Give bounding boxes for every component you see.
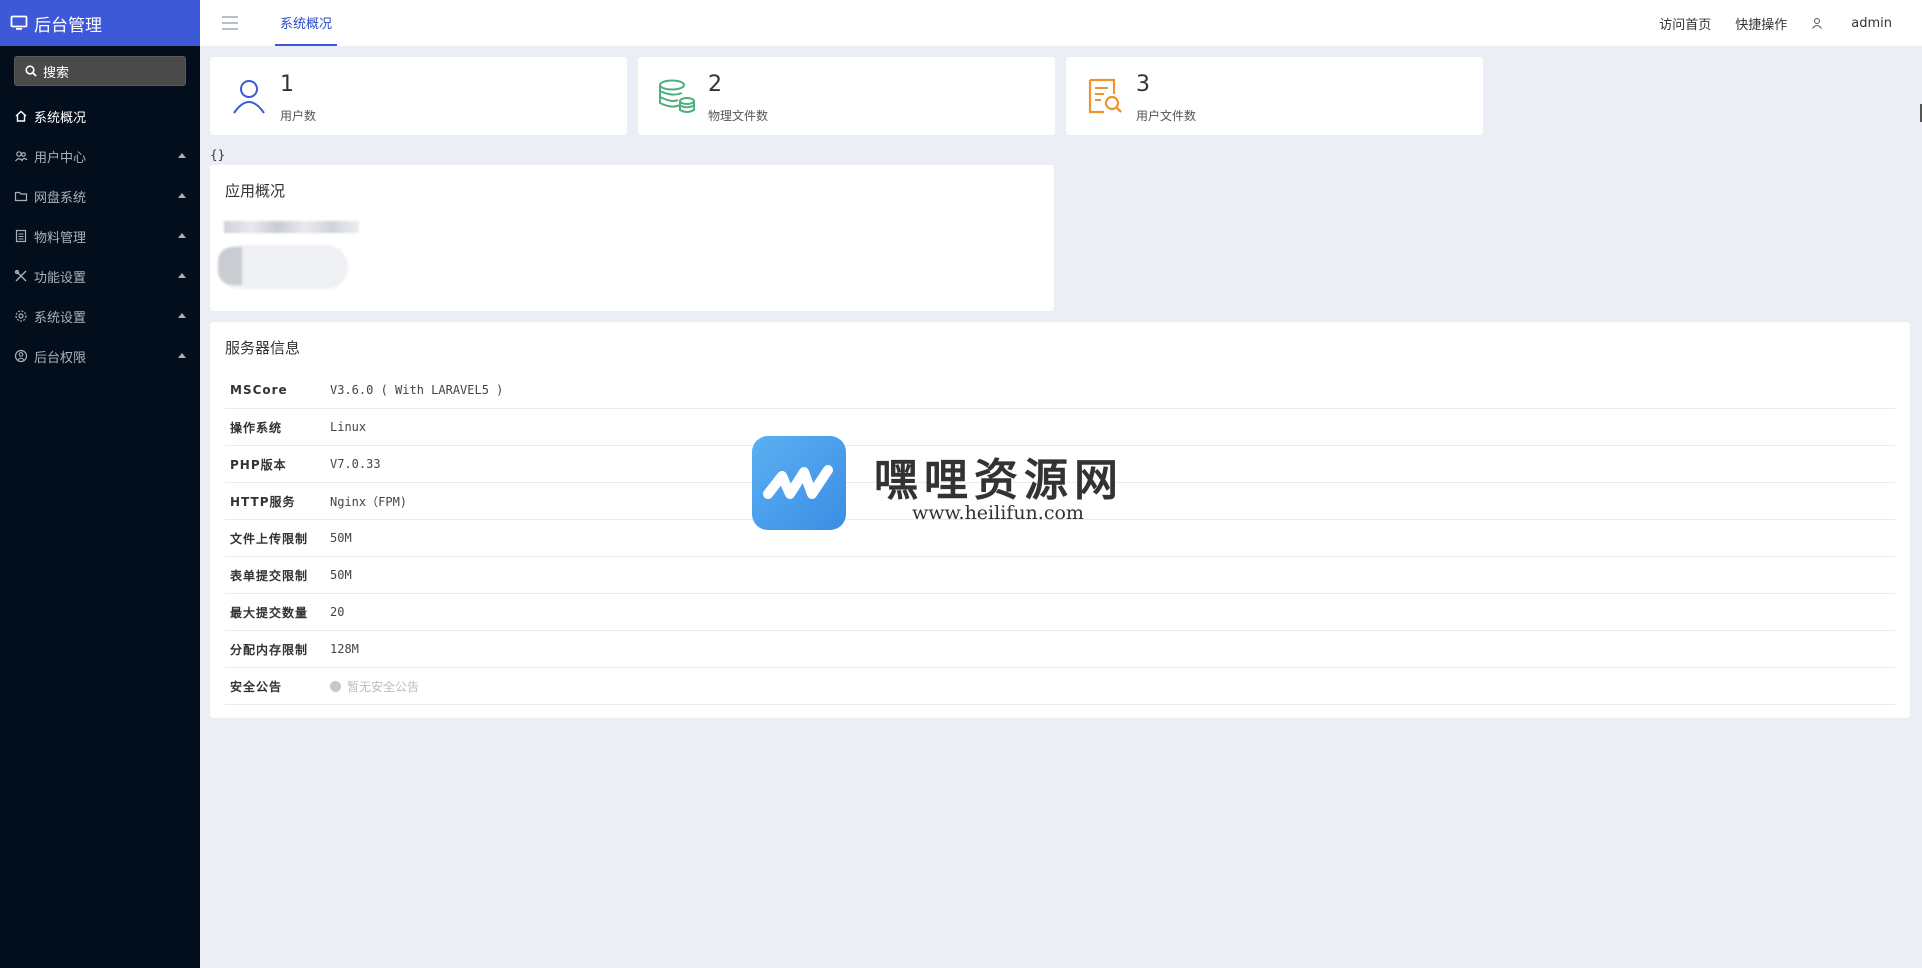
sidebar-item-netdisk[interactable]: 网盘系统	[0, 176, 200, 216]
sidebar-item-label: 系统概况	[34, 110, 87, 126]
caret-up-icon	[178, 233, 186, 238]
stat-value: 3	[1136, 72, 1150, 97]
server-info-table: MSCore V3.6.0 ( With LARAVEL5 ) 操作系统 Lin…	[225, 372, 1895, 705]
search-input[interactable]: 搜索	[14, 56, 186, 86]
sidebar-item-features[interactable]: 功能设置	[0, 256, 200, 296]
table-row: 最大提交数量 20	[225, 594, 1895, 631]
row-value: 50M	[330, 568, 352, 582]
gear-icon	[15, 310, 27, 322]
user-circle-icon	[14, 349, 28, 363]
row-value: Nginx（FPM)	[330, 494, 408, 509]
folder-icon	[14, 191, 28, 202]
card-title: 服务器信息	[225, 339, 301, 357]
tab-overview[interactable]: 系统概况	[275, 0, 338, 46]
stat-label: 用户数	[280, 109, 317, 123]
watermark-title: 嘿哩资源网	[874, 455, 1124, 506]
monitor-icon	[10, 15, 28, 30]
header-links: 访问首页 快捷操作 admin	[1635, 0, 1892, 46]
sidebar-item-label: 系统设置	[34, 310, 87, 326]
row-key: 最大提交数量	[230, 605, 309, 620]
sidebar-item-users[interactable]: 用户中心	[0, 136, 200, 176]
sidebar-item-label: 功能设置	[34, 270, 87, 286]
row-value: V7.0.33	[330, 457, 381, 471]
user-menu[interactable]: admin	[1811, 16, 1892, 31]
watermark-logo	[752, 436, 846, 530]
watermark-logo-icon	[763, 465, 833, 499]
stat-value: 1	[280, 72, 294, 97]
row-value: 128M	[330, 642, 359, 656]
row-value: 50M	[330, 531, 352, 545]
sidebar-item-permissions[interactable]: 后台权限	[0, 336, 200, 376]
check-circle-icon	[330, 680, 341, 692]
row-value: Linux	[330, 420, 367, 434]
row-key: 表单提交限制	[230, 568, 309, 583]
caret-up-icon	[178, 313, 186, 318]
table-row: 安全公告 暂无安全公告	[225, 668, 1895, 705]
sidebar-item-label: 后台权限	[34, 350, 87, 366]
stat-card-users: 1 用户数	[210, 57, 627, 135]
stat-label: 物理文件数	[708, 109, 769, 123]
caret-up-icon	[178, 273, 186, 278]
username: admin	[1851, 15, 1892, 31]
sidebar-item-label: 网盘系统	[34, 190, 87, 206]
row-key: PHP版本	[230, 457, 287, 472]
users-icon	[15, 151, 28, 162]
user-icon	[233, 80, 265, 114]
caret-up-icon	[178, 153, 186, 158]
blurred-content	[218, 245, 348, 289]
blurred-content	[224, 221, 359, 233]
row-key: HTTP服务	[230, 494, 296, 509]
top-bar: 系统概况 访问首页 快捷操作 admin	[200, 0, 1922, 46]
row-value: 20	[330, 605, 345, 619]
menu-toggle-icon[interactable]	[222, 16, 238, 30]
table-row: MSCore V3.6.0 ( With LARAVEL5 )	[225, 372, 1895, 409]
stat-card-physical-files: 2 物理文件数	[638, 57, 1055, 135]
stat-value: 2	[708, 72, 722, 97]
quick-actions-link[interactable]: 快捷操作	[1735, 14, 1787, 33]
row-value: V3.6.0 ( With LARAVEL5 )	[330, 383, 504, 397]
stat-card-user-files: 3 用户文件数	[1066, 57, 1483, 135]
sidebar-item-materials[interactable]: 物料管理	[0, 216, 200, 256]
row-key: 分配内存限制	[230, 642, 309, 657]
sidebar-item-system-settings[interactable]: 系统设置	[0, 296, 200, 336]
sidebar-item-overview[interactable]: 系统概况	[0, 96, 200, 136]
watermark-url: www.heilifun.com	[912, 502, 1084, 524]
row-key: MSCore	[230, 383, 288, 397]
card-title: 应用概况	[225, 182, 286, 200]
stat-label: 用户文件数	[1136, 109, 1197, 123]
caret-up-icon	[178, 193, 186, 198]
file-search-icon	[1088, 78, 1122, 114]
visit-home-link[interactable]: 访问首页	[1659, 14, 1711, 33]
row-key: 文件上传限制	[230, 531, 309, 546]
document-icon	[15, 229, 27, 243]
sidebar-item-label: 物料管理	[34, 230, 87, 246]
search-icon	[25, 65, 37, 77]
sidebar-item-label: 用户中心	[34, 150, 87, 166]
debug-text: {}	[210, 148, 226, 162]
search-placeholder: 搜索	[43, 65, 70, 81]
row-key: 安全公告	[230, 679, 283, 694]
database-icon	[659, 79, 695, 113]
table-row: 分配内存限制 128M	[225, 631, 1895, 668]
security-notice-text: 暂无安全公告	[347, 679, 420, 694]
watermark: 嘿哩资源网 www.heilifun.com	[752, 436, 1152, 532]
tools-icon	[14, 269, 27, 282]
brand[interactable]: 后台管理	[0, 0, 200, 46]
sidebar-menu: 系统概况 用户中心 网盘系统 物料管理 功能设置 系统设置 后台权限	[0, 96, 200, 376]
table-row: 表单提交限制 50M	[225, 557, 1895, 594]
sidebar: 后台管理 搜索 系统概况 用户中心 网盘系统 物料管理 功能设置 系统设置 后台…	[0, 0, 200, 968]
app-title: 后台管理	[34, 15, 102, 36]
user-icon	[1812, 18, 1823, 29]
app-overview-card: 应用概况	[210, 165, 1054, 311]
home-icon	[15, 110, 27, 122]
row-value: 暂无安全公告	[330, 678, 419, 695]
caret-up-icon	[178, 353, 186, 358]
row-key: 操作系统	[230, 420, 283, 435]
